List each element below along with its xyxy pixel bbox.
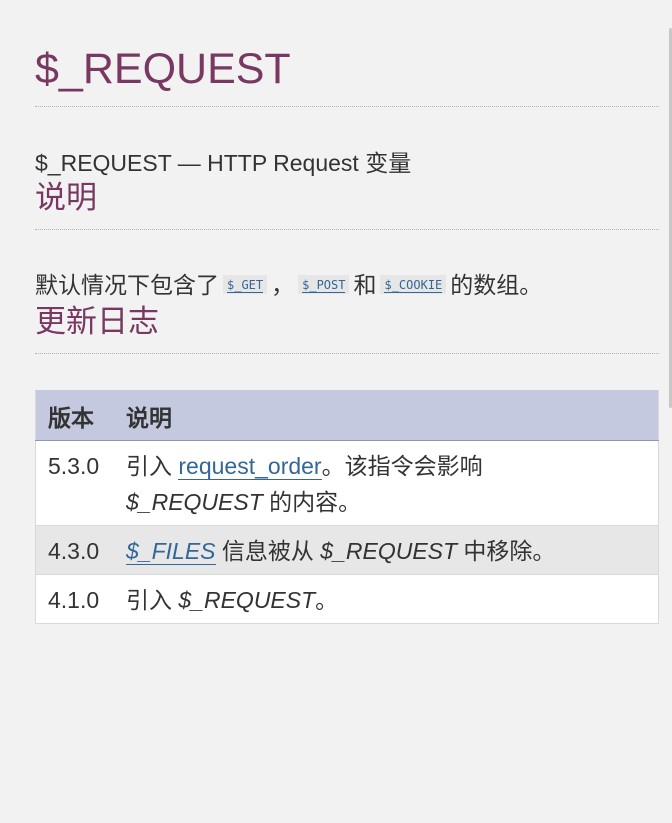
link-get[interactable]: $_GET [227, 278, 264, 294]
description-paragraph: 默认情况下包含了 $_GET ， $_POST 和 $_COOKIE 的数组。 [35, 230, 659, 302]
code-cookie: $_COOKIE [380, 275, 447, 295]
request-var: $_REQUEST [320, 538, 458, 564]
description-cell: $_FILES 信息被从 $_REQUEST 中移除。 [114, 525, 659, 575]
column-header-description: 说明 [114, 390, 659, 441]
row-text-pre: 引入 [126, 453, 179, 479]
link-post[interactable]: $_POST [302, 278, 346, 294]
row-text-mid: 。该指令会影响 [321, 453, 483, 479]
refname-purpose: $_REQUEST — HTTP Request 变量 [35, 150, 412, 176]
version-cell: 4.3.0 [35, 525, 114, 575]
request-order-link[interactable]: request_order [178, 453, 322, 480]
table-row: 5.3.0 引入 request_order。该指令会影响 $_REQUEST 的… [35, 440, 659, 526]
column-header-version: 版本 [35, 390, 114, 441]
row-text-mid: 信息被从 [215, 538, 321, 564]
link-cookie[interactable]: $_COOKIE [384, 278, 443, 294]
description-heading: 说明 [35, 178, 659, 230]
files-link[interactable]: $_FILES [126, 538, 216, 565]
changelog-table: 版本 说明 5.3.0 引入 request_order。该指令会影响 $_REQ… [35, 390, 659, 624]
row-text-post: 中移除。 [457, 538, 556, 564]
description-sep2: 和 [353, 272, 377, 298]
page-title: $_REQUEST [35, 0, 659, 107]
row-text-post: 。 [315, 587, 339, 613]
description-cell: 引入 request_order。该指令会影响 $_REQUEST 的内容。 [114, 440, 659, 526]
version-cell: 4.1.0 [35, 574, 114, 624]
row-text-pre: 引入 [126, 587, 179, 613]
code-get: $_GET [223, 275, 268, 295]
code-post: $_POST [298, 275, 350, 295]
table-row: 4.1.0 引入 $_REQUEST。 [35, 574, 659, 624]
request-var: $_REQUEST [126, 489, 263, 515]
description-text-after: 的数组。 [450, 272, 543, 298]
request-var: $_REQUEST [178, 587, 316, 613]
row-text-post: 的内容。 [262, 489, 362, 515]
table-row: 4.3.0 $_FILES 信息被从 $_REQUEST 中移除。 [35, 525, 659, 575]
changelog-heading: 更新日志 [35, 302, 659, 354]
description-sep1: ， [271, 272, 295, 298]
page: $_REQUEST $_REQUEST — HTTP Request 变量 说明… [0, 0, 672, 823]
description-text-before: 默认情况下包含了 [35, 272, 219, 298]
description-cell: 引入 $_REQUEST。 [114, 574, 659, 624]
changelog-header-row: 版本 说明 [35, 390, 659, 441]
version-cell: 5.3.0 [35, 440, 114, 526]
